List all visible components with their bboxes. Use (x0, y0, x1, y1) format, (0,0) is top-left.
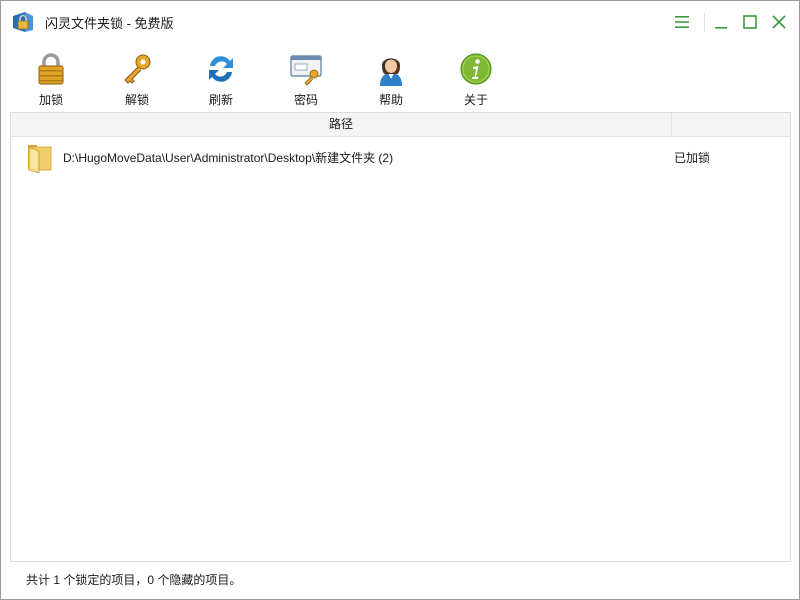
password-label: 密码 (293, 93, 318, 107)
title-bar[interactable]: 闪灵文件夹锁 - 免费版 (1, 1, 799, 41)
info-icon (460, 53, 492, 85)
minimize-icon (715, 27, 727, 29)
about-label: 关于 (463, 93, 488, 107)
support-agent-icon (380, 58, 402, 86)
folder-icon (28, 145, 52, 173)
unlock-button[interactable]: 解锁 (107, 49, 167, 107)
maximize-button[interactable] (739, 11, 761, 33)
list-item[interactable]: D:\HugoMoveData\User\Administrator\Deskt… (11, 139, 790, 175)
item-status: 已加锁 (674, 151, 711, 165)
padlock-icon (38, 53, 64, 85)
close-icon (772, 15, 786, 29)
status-text: 共计 1 个锁定的项目，0 个隐藏的项目。 (26, 573, 242, 587)
locked-items-list[interactable]: 路径 D:\HugoMoveData\User\Administrator\De… (10, 112, 791, 562)
lock-label: 加锁 (38, 93, 63, 107)
unlock-label: 解锁 (124, 93, 149, 107)
item-path: D:\HugoMoveData\User\Administrator\Deskt… (63, 151, 394, 165)
password-button[interactable]: 密码 (276, 49, 336, 107)
toolbar: 加锁 解锁 刷新 密码 帮助 关于 (1, 41, 799, 109)
column-header-status[interactable] (672, 113, 790, 137)
menu-button[interactable] (671, 11, 693, 33)
app-window: 闪灵文件夹锁 - 免费版 加锁 解锁 刷新 密码 帮助 关于 路径 D:\Hug… (0, 0, 800, 600)
help-label: 帮助 (378, 93, 403, 107)
lock-button[interactable]: 加锁 (21, 49, 81, 107)
refresh-icon (209, 56, 233, 82)
key-icon (124, 54, 151, 84)
maximize-icon (743, 15, 757, 29)
close-button[interactable] (768, 11, 790, 33)
list-header: 路径 (11, 113, 790, 137)
help-button[interactable]: 帮助 (361, 49, 421, 107)
window-title: 闪灵文件夹锁 - 免费版 (45, 16, 174, 31)
controls-divider (704, 13, 705, 31)
minimize-button[interactable] (710, 11, 732, 33)
column-header-path[interactable]: 路径 (11, 113, 672, 137)
hamburger-icon (675, 16, 689, 28)
refresh-button[interactable]: 刷新 (191, 49, 251, 107)
password-icon (290, 55, 322, 86)
about-button[interactable]: 关于 (446, 49, 506, 107)
refresh-label: 刷新 (208, 93, 233, 107)
app-logo-icon (13, 12, 33, 32)
